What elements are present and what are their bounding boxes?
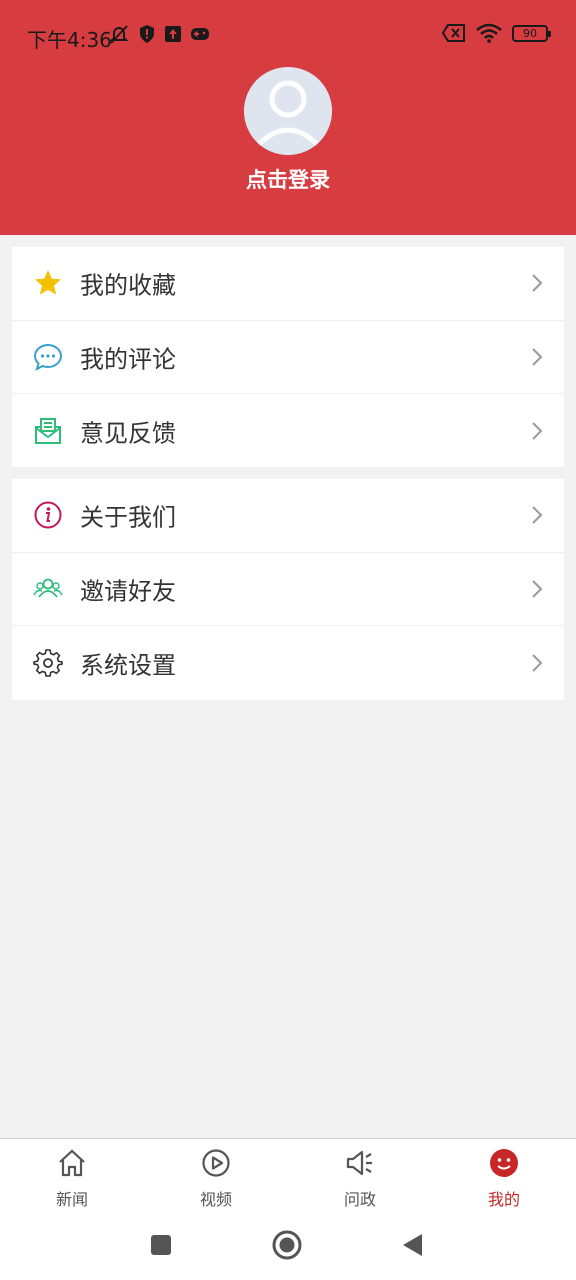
upload-icon <box>165 26 181 42</box>
menu-item-label: 系统设置 <box>80 651 176 680</box>
chevron-right-icon <box>532 506 543 524</box>
info-icon <box>33 500 63 530</box>
sim-x-icon <box>442 24 465 42</box>
tab-label: 我的 <box>487 1190 520 1209</box>
user-avatar-icon <box>244 67 332 155</box>
tab-label: 视频 <box>199 1190 232 1209</box>
menu-item-label: 我的评论 <box>80 345 176 374</box>
gamepad-icon <box>191 28 209 40</box>
menu-item-favorites[interactable]: 我的收藏 <box>12 247 564 321</box>
tab-label: 新闻 <box>55 1190 88 1209</box>
menu-item-settings[interactable]: 系统设置 <box>12 626 564 700</box>
menu-item-label: 我的收藏 <box>80 271 176 300</box>
shield-icon <box>140 25 154 43</box>
play-icon <box>202 1149 230 1177</box>
status-icons-left <box>108 23 210 45</box>
menu-item-about[interactable]: 关于我们 <box>12 479 564 553</box>
profile-header: 下午4:36 90 点击登录 <box>0 0 576 235</box>
feedback-icon <box>33 416 63 446</box>
recents-icon[interactable] <box>146 1230 176 1260</box>
menu-item-label: 邀请好友 <box>80 577 176 606</box>
login-button[interactable]: 点击登录 <box>0 164 576 194</box>
avatar[interactable] <box>244 67 332 155</box>
tab-video[interactable]: 视频 <box>166 1139 266 1216</box>
wifi-icon <box>476 23 502 43</box>
chevron-right-icon <box>532 422 543 440</box>
menu-item-label: 关于我们 <box>80 503 176 532</box>
chevron-right-icon <box>532 580 543 598</box>
status-time: 下午4:36 <box>27 28 112 52</box>
chevron-right-icon <box>532 348 543 366</box>
tab-label: 问政 <box>343 1190 376 1209</box>
home-icon <box>59 1149 85 1177</box>
chevron-right-icon <box>532 654 543 672</box>
menu-item-label: 意见反馈 <box>80 419 176 448</box>
menu-card-system: 关于我们 邀请好友 系统设置 <box>12 479 564 700</box>
chevron-right-icon <box>532 274 543 292</box>
home-button-icon[interactable] <box>272 1230 302 1260</box>
menu-item-invite[interactable]: 邀请好友 <box>12 553 564 626</box>
tab-inquiry[interactable]: 问政 <box>310 1139 410 1216</box>
tab-mine[interactable]: 我的 <box>454 1139 554 1216</box>
status-bar: 下午4:36 90 <box>0 18 576 54</box>
status-icons-right: 90 <box>442 23 551 43</box>
megaphone-icon <box>346 1150 372 1176</box>
tab-news[interactable]: 新闻 <box>22 1139 122 1216</box>
system-nav-bar <box>0 1215 576 1280</box>
bell-off-icon <box>109 25 129 44</box>
menu-item-comments[interactable]: 我的评论 <box>12 321 564 394</box>
comment-icon <box>33 342 63 372</box>
friends-icon <box>33 574 63 604</box>
bottom-tab-bar: 新闻 视频 问政 我的 <box>0 1138 576 1215</box>
menu-card-personal: 我的收藏 我的评论 意见反馈 <box>12 247 564 467</box>
smiley-icon <box>490 1149 518 1177</box>
star-icon <box>33 268 63 298</box>
battery-indicator: 90 <box>512 24 551 42</box>
menu-item-feedback[interactable]: 意见反馈 <box>12 394 564 468</box>
back-icon[interactable] <box>398 1230 428 1260</box>
gear-icon <box>33 648 63 678</box>
